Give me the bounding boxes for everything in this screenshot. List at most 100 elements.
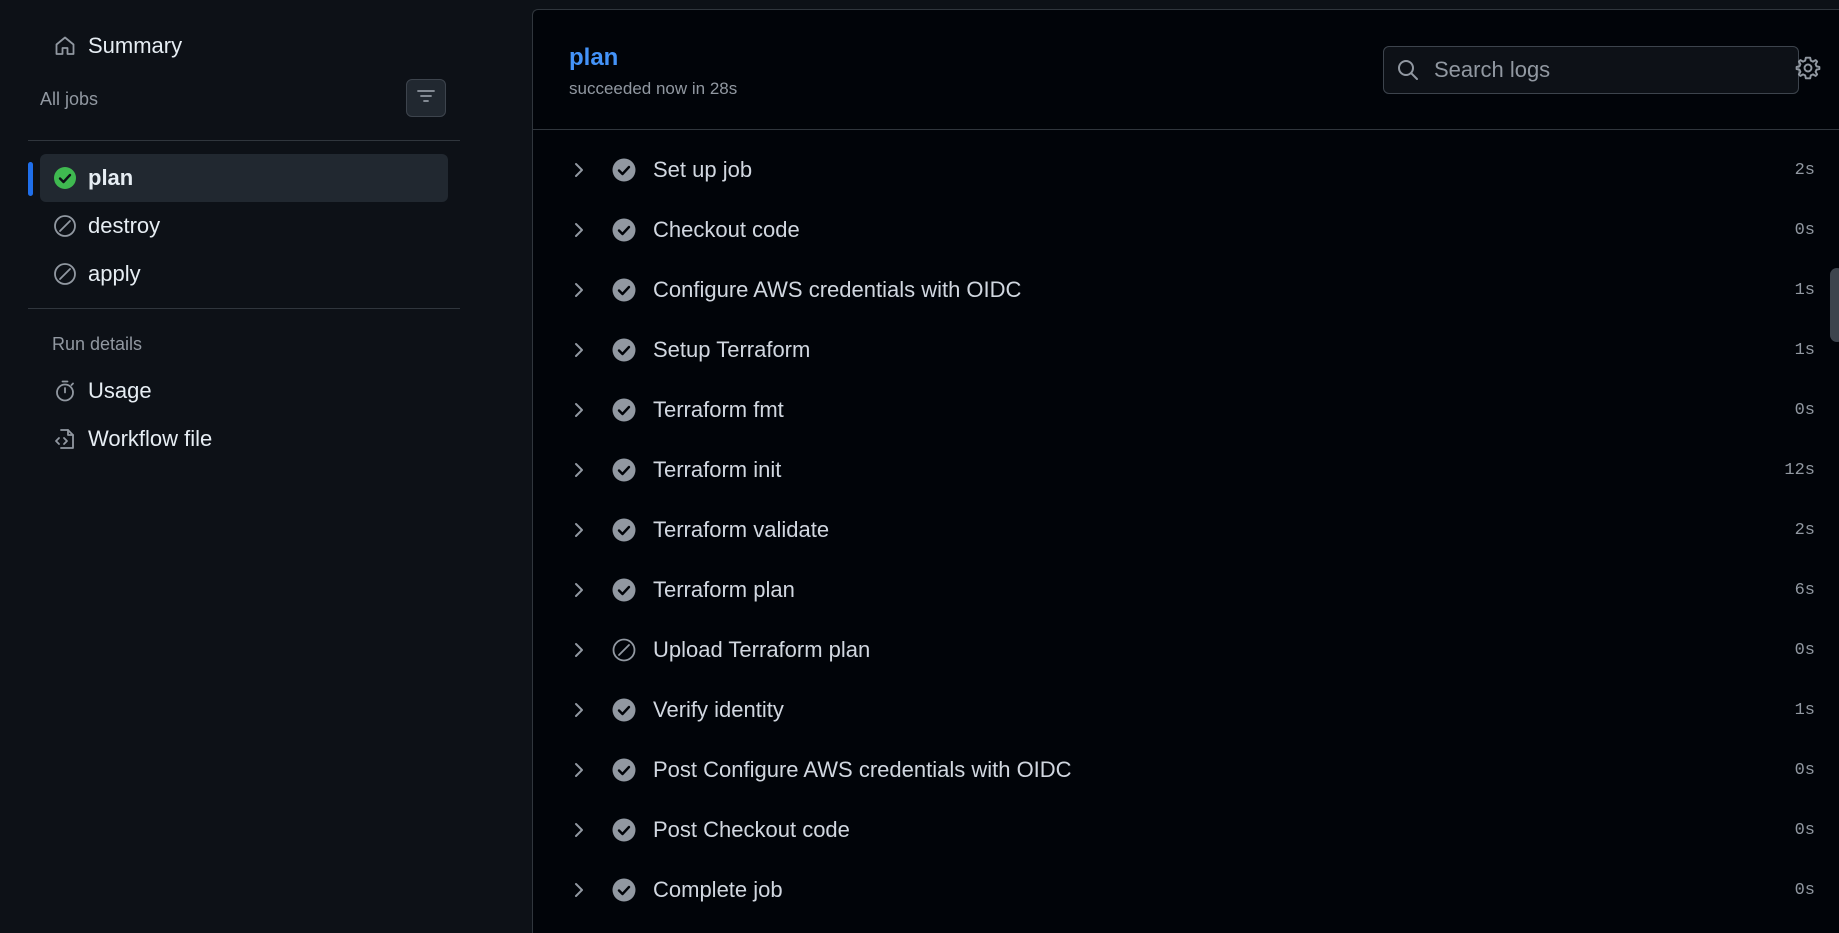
step-name: Upload Terraform plan — [653, 637, 871, 662]
chevron-right-icon[interactable] — [568, 159, 590, 181]
step-duration: 1s — [1794, 700, 1815, 720]
steps-list: Set up job 2s Checkout code 0s Configure… — [533, 140, 1839, 920]
step-row[interactable]: Post Checkout code 0s — [533, 800, 1839, 860]
skipped-icon — [52, 213, 78, 239]
step-row[interactable]: Upload Terraform plan 0s — [533, 620, 1839, 680]
step-duration: 1s — [1794, 340, 1815, 360]
chevron-right-icon[interactable] — [568, 579, 590, 601]
check-circle-icon — [611, 517, 637, 543]
filter-icon — [415, 85, 437, 112]
step-row[interactable]: Set up job 2s — [533, 140, 1839, 200]
summary-label: Summary — [88, 33, 183, 58]
step-duration: 2s — [1794, 160, 1815, 180]
chevron-right-icon[interactable] — [568, 279, 590, 301]
step-row[interactable]: Configure AWS credentials with OIDC 1s — [533, 260, 1839, 320]
step-duration: 6s — [1794, 580, 1815, 600]
sidebar: Summary All jobs plan destroy apply Run … — [0, 0, 532, 933]
step-row[interactable]: Terraform plan 6s — [533, 560, 1839, 620]
usage-link[interactable]: Usage — [52, 371, 152, 411]
step-duration: 0s — [1794, 220, 1815, 240]
sidebar-divider — [28, 308, 460, 309]
job-label: apply — [88, 261, 141, 286]
sidebar-divider — [28, 140, 460, 141]
step-name: Post Checkout code — [653, 817, 850, 842]
all-jobs-label: All jobs — [40, 89, 99, 109]
check-circle-icon — [611, 157, 637, 183]
step-row[interactable]: Post Configure AWS credentials with OIDC… — [533, 740, 1839, 800]
step-row[interactable]: Complete job 0s — [533, 860, 1839, 920]
step-name: Checkout code — [653, 217, 800, 242]
active-job-indicator — [28, 162, 33, 196]
chevron-right-icon[interactable] — [568, 519, 590, 541]
step-duration: 0s — [1794, 760, 1815, 780]
workflow-file-label: Workflow file — [88, 426, 213, 451]
step-row[interactable]: Verify identity 1s — [533, 680, 1839, 740]
job-item-destroy[interactable]: destroy — [40, 202, 448, 250]
step-duration: 0s — [1794, 640, 1815, 660]
usage-label: Usage — [88, 378, 152, 403]
step-name: Complete job — [653, 877, 783, 902]
job-item-plan[interactable]: plan — [40, 154, 448, 202]
chevron-right-icon[interactable] — [568, 339, 590, 361]
summary-link[interactable]: Summary — [52, 26, 182, 66]
log-settings-button[interactable] — [1791, 53, 1825, 87]
job-label: destroy — [88, 213, 161, 238]
step-row[interactable]: Checkout code 0s — [533, 200, 1839, 260]
job-item-apply[interactable]: apply — [40, 250, 448, 298]
job-header: plan succeeded now in 28s — [533, 10, 1839, 130]
check-circle-icon — [611, 457, 637, 483]
gear-icon — [1795, 55, 1821, 86]
step-duration: 0s — [1794, 400, 1815, 420]
step-row[interactable]: Terraform init 12s — [533, 440, 1839, 500]
job-title: plan — [569, 44, 619, 71]
chevron-right-icon[interactable] — [568, 699, 590, 721]
step-duration: 12s — [1784, 460, 1815, 480]
step-name: Set up job — [653, 157, 753, 182]
step-row[interactable]: Terraform fmt 0s — [533, 380, 1839, 440]
check-circle-icon — [611, 757, 637, 783]
chevron-right-icon[interactable] — [568, 819, 590, 841]
job-status-text: succeeded now in 28s — [569, 79, 738, 98]
step-name: Verify identity — [653, 697, 784, 722]
check-circle-icon — [611, 817, 637, 843]
check-circle-icon — [611, 877, 637, 903]
check-circle-icon — [611, 577, 637, 603]
step-name: Terraform plan — [653, 577, 795, 602]
file-code-icon — [52, 426, 78, 452]
check-circle-icon — [611, 397, 637, 423]
check-circle-icon — [611, 697, 637, 723]
job-log-panel: plan succeeded now in 28s Search logs Se… — [532, 9, 1839, 933]
skipped-icon — [52, 261, 78, 287]
job-label: plan — [88, 165, 134, 190]
step-name: Terraform validate — [653, 517, 830, 542]
workflow-file-link[interactable]: Workflow file — [52, 419, 212, 459]
step-name: Post Configure AWS credentials with OIDC — [653, 757, 1072, 782]
step-duration: 2s — [1794, 520, 1815, 540]
search-logs-box[interactable] — [1383, 46, 1799, 94]
search-logs-input[interactable] — [1432, 56, 1798, 84]
step-duration: 1s — [1794, 280, 1815, 300]
workflow-run-page: Summary All jobs plan destroy apply Run … — [0, 0, 1839, 933]
chevron-right-icon[interactable] — [568, 879, 590, 901]
search-icon — [1396, 58, 1420, 82]
filter-jobs-button[interactable] — [406, 79, 446, 117]
step-name: Configure AWS credentials with OIDC — [653, 277, 1022, 302]
chevron-right-icon[interactable] — [568, 459, 590, 481]
step-name: Terraform init — [653, 457, 782, 482]
step-name: Terraform fmt — [653, 397, 784, 422]
chevron-right-icon[interactable] — [568, 759, 590, 781]
step-row[interactable]: Terraform validate 2s — [533, 500, 1839, 560]
chevron-right-icon[interactable] — [568, 399, 590, 421]
stopwatch-icon — [52, 378, 78, 404]
chevron-right-icon[interactable] — [568, 219, 590, 241]
check-circle-icon — [611, 337, 637, 363]
home-icon — [52, 33, 78, 59]
step-duration: 0s — [1794, 820, 1815, 840]
step-row[interactable]: Setup Terraform 1s — [533, 320, 1839, 380]
skipped-icon — [611, 637, 637, 663]
check-circle-fill-icon — [52, 165, 78, 191]
step-name: Setup Terraform — [653, 337, 811, 362]
chevron-right-icon[interactable] — [568, 639, 590, 661]
run-details-label: Run details — [52, 334, 143, 354]
step-duration: 0s — [1794, 880, 1815, 900]
